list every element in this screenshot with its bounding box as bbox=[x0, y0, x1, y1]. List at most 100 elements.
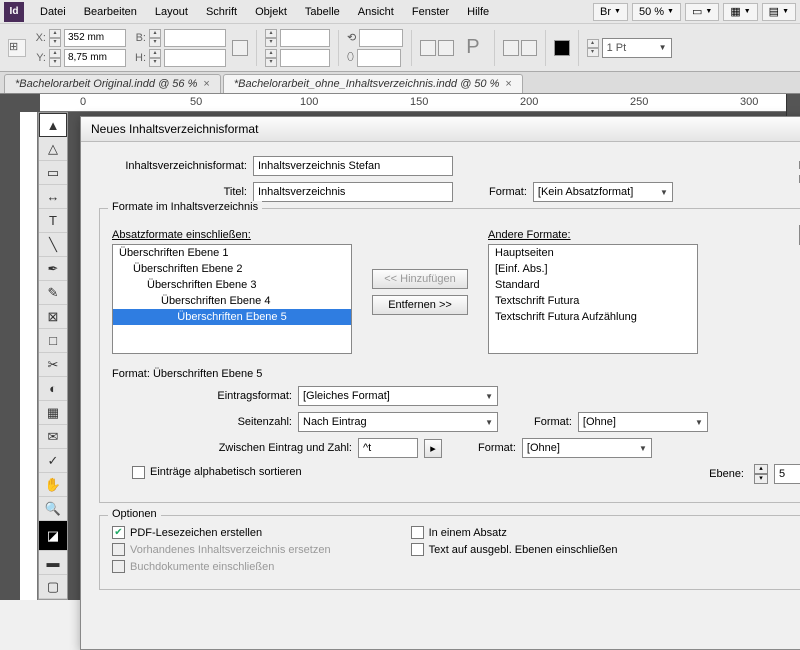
book-checkbox bbox=[112, 560, 125, 573]
list-item[interactable]: Textschrift Futura bbox=[489, 293, 697, 309]
list-item[interactable]: Überschriften Ebene 3 bbox=[113, 277, 351, 293]
note-tool[interactable]: ✉ bbox=[39, 425, 67, 449]
menu-schrift[interactable]: Schrift bbox=[198, 3, 245, 21]
menu-objekt[interactable]: Objekt bbox=[247, 3, 295, 21]
optionen-fieldset: Optionen ✔PDF-Lesezeichen erstellen Vorh… bbox=[99, 515, 800, 590]
format4-select[interactable]: [Ohne]▼ bbox=[522, 438, 652, 458]
list-item[interactable]: Hauptseiten bbox=[489, 245, 697, 261]
zwischen-input[interactable] bbox=[358, 438, 418, 458]
screen-mode-button[interactable]: ▭▼ bbox=[685, 3, 719, 21]
titel-input[interactable] bbox=[253, 182, 453, 202]
format-label: Inhaltsverzeichnisformat: bbox=[99, 160, 247, 172]
bridge-button[interactable]: Br▼ bbox=[593, 3, 628, 21]
ref-point-icon[interactable]: ⊞ bbox=[8, 39, 26, 57]
list-item[interactable]: Überschriften Ebene 1 bbox=[113, 245, 351, 261]
list-item-selected[interactable]: Überschriften Ebene 5 bbox=[113, 309, 351, 325]
menu-bearbeiten[interactable]: Bearbeiten bbox=[76, 3, 145, 21]
scissors-tool[interactable]: ✂ bbox=[39, 353, 67, 377]
ebene-select[interactable]: 5▼ bbox=[774, 464, 800, 484]
rectangle-tool[interactable]: □ bbox=[39, 329, 67, 353]
close-icon[interactable]: × bbox=[203, 78, 209, 90]
sort-checkbox[interactable] bbox=[132, 466, 145, 479]
pdf-label: PDF-Lesezeichen erstellen bbox=[130, 527, 262, 539]
workspace-button[interactable]: ▤▼ bbox=[762, 3, 796, 21]
y-input[interactable] bbox=[64, 49, 126, 67]
other-listbox[interactable]: Hauptseiten [Einf. Abs.] Standard Textsc… bbox=[488, 244, 698, 354]
format2-select[interactable]: [Kein Absatzformat]▼ bbox=[533, 182, 673, 202]
select-container-icon[interactable] bbox=[503, 40, 519, 56]
document-tabs: *Bachelorarbeit Original.indd @ 56 %× *B… bbox=[0, 72, 800, 94]
line-tool[interactable]: ╲ bbox=[39, 233, 67, 257]
hand-tool[interactable]: ✋ bbox=[39, 473, 67, 497]
scale-x-input[interactable] bbox=[280, 29, 330, 47]
seitenzahl-label: Seitenzahl: bbox=[112, 416, 292, 428]
menu-datei[interactable]: Datei bbox=[32, 3, 74, 21]
menu-fenster[interactable]: Fenster bbox=[404, 3, 457, 21]
pdf-checkbox[interactable]: ✔ bbox=[112, 526, 125, 539]
shear-input[interactable] bbox=[357, 49, 401, 67]
zoom-tool[interactable]: 🔍 bbox=[39, 497, 67, 521]
list-item[interactable]: Überschriften Ebene 4 bbox=[113, 293, 351, 309]
pen-tool[interactable]: ✒ bbox=[39, 257, 67, 281]
book-label: Buchdokumente einschließen bbox=[130, 561, 274, 573]
fill-stroke-swatch[interactable]: ◪ bbox=[39, 521, 67, 551]
scale-y-input[interactable] bbox=[280, 49, 330, 67]
type-tool[interactable]: T bbox=[39, 209, 67, 233]
selection-tool[interactable]: ▲ bbox=[39, 113, 67, 137]
gradient-tool[interactable]: ▦ bbox=[39, 401, 67, 425]
direct-selection-tool[interactable]: △ bbox=[39, 137, 67, 161]
gap-tool[interactable]: ↔ bbox=[39, 185, 67, 209]
ebene-stepper[interactable]: ▴▾ bbox=[754, 464, 768, 484]
menu-layout[interactable]: Layout bbox=[147, 3, 196, 21]
arrange-button[interactable]: ▦▼ bbox=[723, 3, 757, 21]
close-icon[interactable]: × bbox=[505, 78, 511, 90]
titel-label: Titel: bbox=[99, 186, 247, 198]
workspace: 050100150200250300 ▲ △ ▭ ↔ T ╲ ✒ ✎ ⊠ □ ✂… bbox=[0, 94, 800, 600]
list-item[interactable]: [Einf. Abs.] bbox=[489, 261, 697, 277]
rotate-icon: ⟲ bbox=[347, 31, 356, 44]
menu-tabelle[interactable]: Tabelle bbox=[297, 3, 348, 21]
menu-ansicht[interactable]: Ansicht bbox=[350, 3, 402, 21]
select-content-icon[interactable] bbox=[521, 40, 537, 56]
eyedropper-tool[interactable]: ✓ bbox=[39, 449, 67, 473]
seitenzahl-select[interactable]: Nach Eintrag▼ bbox=[298, 412, 498, 432]
x-stepper[interactable]: ▴▾ bbox=[49, 29, 61, 47]
other-label: Andere Formate: bbox=[488, 229, 698, 241]
eintragsformat-select[interactable]: [Gleiches Format]▼ bbox=[298, 386, 498, 406]
list-item[interactable]: Standard bbox=[489, 277, 697, 293]
tab-0[interactable]: *Bachelorarbeit Original.indd @ 56 %× bbox=[4, 74, 221, 93]
zoom-dropdown[interactable]: 50 %▼ bbox=[632, 3, 681, 21]
format3-select[interactable]: [Ohne]▼ bbox=[578, 412, 708, 432]
add-button[interactable]: << Hinzufügen bbox=[372, 269, 468, 289]
tab-1[interactable]: *Bachelorarbeit_ohne_Inhaltsverzeichnis.… bbox=[223, 74, 523, 93]
absatz-checkbox[interactable] bbox=[411, 526, 424, 539]
y-stepper[interactable]: ▴▾ bbox=[49, 49, 61, 67]
stroke-weight-select[interactable]: 1 Pt▼ bbox=[602, 38, 672, 58]
fill-swatch[interactable] bbox=[554, 40, 570, 56]
remove-button[interactable]: Entfernen >> bbox=[372, 295, 468, 315]
b-stepper[interactable]: ▴▾ bbox=[149, 29, 161, 47]
rotate-input[interactable] bbox=[359, 29, 403, 47]
h-input[interactable] bbox=[164, 49, 226, 67]
flip-h-icon[interactable] bbox=[420, 40, 436, 56]
include-listbox[interactable]: Überschriften Ebene 1 Überschriften Eben… bbox=[112, 244, 352, 354]
list-item[interactable]: Textschrift Futura Aufzählung bbox=[489, 309, 697, 325]
view-mode-icon[interactable]: ▢ bbox=[39, 575, 67, 599]
free-transform-tool[interactable]: ◐ bbox=[39, 377, 67, 401]
menu-hilfe[interactable]: Hilfe bbox=[459, 3, 497, 21]
link-icon[interactable] bbox=[232, 40, 248, 56]
shear-icon: ⬯ bbox=[347, 51, 354, 64]
eintragsformat-label: Eintragsformat: bbox=[112, 390, 292, 402]
h-stepper[interactable]: ▴▾ bbox=[149, 49, 161, 67]
page-tool[interactable]: ▭ bbox=[39, 161, 67, 185]
flip-v-icon[interactable] bbox=[438, 40, 454, 56]
pencil-tool[interactable]: ✎ bbox=[39, 281, 67, 305]
hidden-checkbox[interactable] bbox=[411, 543, 424, 556]
b-input[interactable] bbox=[164, 29, 226, 47]
x-input[interactable] bbox=[64, 29, 126, 47]
rectangle-frame-tool[interactable]: ⊠ bbox=[39, 305, 67, 329]
special-char-button[interactable]: ▸ bbox=[424, 439, 442, 458]
list-item[interactable]: Überschriften Ebene 2 bbox=[113, 261, 351, 277]
format-input[interactable] bbox=[253, 156, 453, 176]
color-apply-icon[interactable]: ▬ bbox=[39, 551, 67, 575]
